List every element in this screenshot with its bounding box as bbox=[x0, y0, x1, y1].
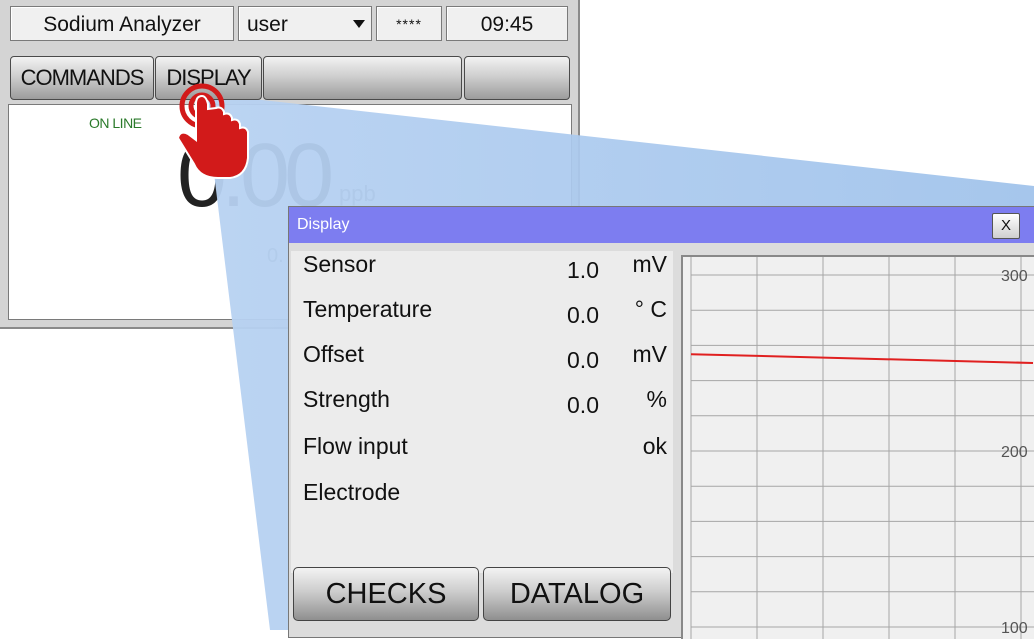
reading-unit: mV bbox=[632, 251, 668, 277]
reading-value: 0.0 bbox=[567, 392, 599, 418]
datalog-button[interactable]: DATALOG bbox=[483, 567, 671, 621]
dialog-title: Display bbox=[297, 216, 350, 233]
dialog-titlebar[interactable]: Display X bbox=[289, 207, 1034, 243]
y-tick-label: 100 bbox=[1001, 620, 1028, 637]
checks-button[interactable]: CHECKS bbox=[293, 567, 479, 621]
reading-value: 0.0 bbox=[567, 347, 599, 373]
reading-label: Sensor bbox=[303, 251, 376, 277]
trend-chart: 300 200 100 bbox=[681, 255, 1034, 639]
close-button[interactable]: X bbox=[992, 213, 1020, 239]
trend-chart-svg: 300 200 100 bbox=[690, 257, 1034, 639]
reading-row: Flow input ok bbox=[303, 433, 671, 473]
reading-unit: % bbox=[646, 386, 667, 412]
reading-unit: ° C bbox=[634, 296, 667, 322]
reading-row: Offset 0.0 mV bbox=[303, 341, 671, 381]
reading-row: Temperature 0.0 ° C bbox=[303, 296, 671, 336]
hand-pointer-icon bbox=[176, 83, 249, 179]
reading-unit: mV bbox=[632, 341, 668, 367]
reading-row: Electrode bbox=[303, 479, 671, 519]
display-dialog: Display X Sensor 1.0 mV Temperature 0.0 … bbox=[288, 206, 1034, 639]
readings-panel: Sensor 1.0 mV Temperature 0.0 ° C Offset… bbox=[291, 251, 673, 573]
y-tick-label: 200 bbox=[1001, 444, 1028, 461]
reading-label: Flow input bbox=[303, 433, 408, 459]
reading-label: Offset bbox=[303, 341, 364, 367]
reading-value: 1.0 bbox=[567, 257, 599, 283]
reading-label: Strength bbox=[303, 386, 390, 412]
series-line bbox=[690, 353, 1034, 364]
reading-label: Temperature bbox=[303, 296, 433, 322]
reading-row: Sensor 1.0 mV bbox=[303, 251, 671, 291]
reading-value: 0.0 bbox=[567, 302, 599, 328]
reading-unit: ok bbox=[642, 433, 667, 459]
reading-row: Strength 0.0 % bbox=[303, 386, 671, 426]
y-tick-label: 300 bbox=[1001, 268, 1028, 285]
reading-label: Electrode bbox=[303, 479, 401, 505]
